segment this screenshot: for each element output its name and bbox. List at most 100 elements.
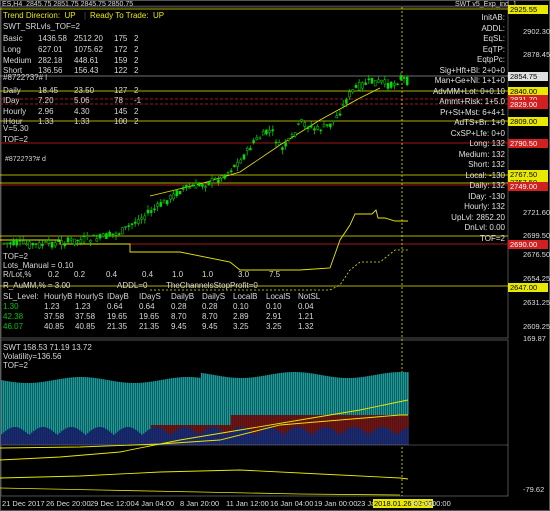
risk-value: 0.2: [74, 270, 86, 279]
histo-bar-navy: [109, 431, 111, 445]
sl-cell: 0.64: [107, 302, 123, 311]
right-panel-row: Long: 132: [469, 139, 505, 148]
sub-tof-label: TOF=2: [3, 361, 28, 370]
sl-cell: 1.30: [3, 302, 19, 311]
sl-cell: 1.23: [75, 302, 91, 311]
candle-body: [12, 239, 15, 246]
sub-indicator-histogram: [1, 372, 409, 445]
candle-body: [92, 234, 95, 237]
histo-bar-navy: [85, 434, 87, 445]
candle-body: [101, 233, 105, 237]
histo-bar-navy: [353, 427, 355, 445]
header-separator: |: [84, 11, 87, 20]
indicator-name: SWT_SRLvls_TOF=2: [3, 22, 80, 31]
candle-body: [15, 240, 19, 246]
price-axis-label: 2878.45: [523, 50, 550, 59]
right-panel-row: Local: -130: [465, 170, 505, 180]
histo-bar-navy: [337, 432, 339, 445]
candle-body: [351, 89, 355, 93]
levels-row-a: 627.01: [38, 45, 63, 54]
levels-row-b: 156.43: [74, 66, 99, 75]
histo-bar-navy: [247, 429, 249, 445]
candle-body: [242, 154, 246, 160]
histo-bar-navy: [111, 433, 113, 445]
histo-bar-navy: [99, 427, 101, 445]
histo-bar-navy: [255, 434, 257, 445]
sl-cell: 46.07: [3, 322, 24, 331]
histo-bar-navy: [49, 429, 51, 445]
levels-row-b: 4.30: [74, 107, 90, 116]
histo-bar-navy: [333, 429, 335, 445]
sl-cell: 9.45: [202, 322, 218, 331]
candle-body: [217, 179, 220, 183]
price-axis-label: 2902.30: [523, 27, 550, 36]
histo-bar-navy: [321, 427, 323, 445]
histo-bar-navy: [13, 427, 15, 445]
candle-body: [370, 77, 374, 84]
histo-bar-navy: [213, 427, 215, 445]
price-tag-label: 2829.00: [508, 100, 548, 109]
histo-bar-navy: [115, 433, 117, 445]
histo-bar-navy: [123, 427, 125, 445]
sl-header-cell: IDayS: [139, 292, 161, 301]
candle-body: [178, 191, 182, 195]
candle-body: [181, 187, 185, 190]
histo-bar-navy: [303, 428, 305, 445]
candle-body: [377, 79, 380, 83]
sl-cell: 3.25: [266, 322, 282, 331]
histo-bar-navy: [59, 432, 61, 445]
candle-body: [143, 215, 147, 220]
histo-bar-navy: [19, 428, 21, 445]
time-axis-label: 26 Dec 20:00: [46, 499, 91, 508]
sl-cell: 19.65: [107, 312, 128, 321]
histo-bar-navy: [373, 430, 375, 445]
histo-bar-navy: [47, 428, 49, 445]
histo-bar-navy: [143, 433, 145, 445]
levels-row-name: Daily: [3, 86, 21, 95]
candle-body: [111, 233, 115, 236]
histo-bar-navy: [331, 428, 333, 445]
candle-body: [284, 142, 287, 147]
sl-cell: 8.70: [171, 312, 187, 321]
right-panel-row: EqSL:: [483, 34, 505, 43]
histo-bar-navy: [57, 434, 59, 445]
sl-cell: 0.10: [266, 302, 282, 311]
histo-bar-navy: [263, 428, 265, 445]
candle-body: [226, 171, 230, 174]
histo-bar-navy: [383, 427, 385, 445]
levels-row-b: 1075.62: [74, 45, 103, 54]
candle-body: [325, 124, 329, 126]
candle-body: [354, 84, 358, 88]
histo-bar-navy: [227, 434, 229, 445]
histo-bar-navy: [51, 430, 53, 445]
candle-body: [300, 118, 303, 122]
sl-cell: 40.85: [75, 322, 96, 331]
candle-body: [364, 82, 367, 85]
right-panel-row: TOF=2: [480, 233, 505, 243]
price-tag-label: 2790.50: [508, 139, 548, 148]
price-tag-label: 2647.00: [508, 283, 548, 292]
histo-bar-navy: [305, 430, 307, 445]
sl-cell: 19.65: [139, 312, 160, 321]
levels-row-b: 23.50: [74, 86, 95, 95]
candle-body: [316, 126, 319, 130]
candle-body: [303, 122, 307, 127]
levels-row-c: 122: [114, 66, 128, 75]
sl-cell: 1.23: [44, 302, 60, 311]
histo-bar-navy: [133, 428, 135, 445]
candle-body: [293, 132, 297, 137]
histo-bar-navy: [25, 432, 27, 445]
right-panel-row: Medium: 132: [458, 149, 505, 159]
levels-row-c: 145: [114, 107, 128, 116]
v-line-label: V=5.30: [3, 124, 29, 133]
histo-bar-navy: [395, 434, 397, 445]
histo-bar-navy: [219, 429, 221, 445]
candle-body: [373, 80, 377, 87]
mid-label: #8722?3?# d: [5, 156, 46, 163]
levels-row-d: 2: [134, 45, 139, 54]
levels-row-c: 78: [114, 96, 123, 105]
histo-bar-navy: [299, 427, 301, 445]
volatility-label: Volatility=136.56: [3, 352, 62, 361]
histo-bar-navy: [33, 430, 35, 445]
histo-bar-navy: [289, 429, 291, 445]
